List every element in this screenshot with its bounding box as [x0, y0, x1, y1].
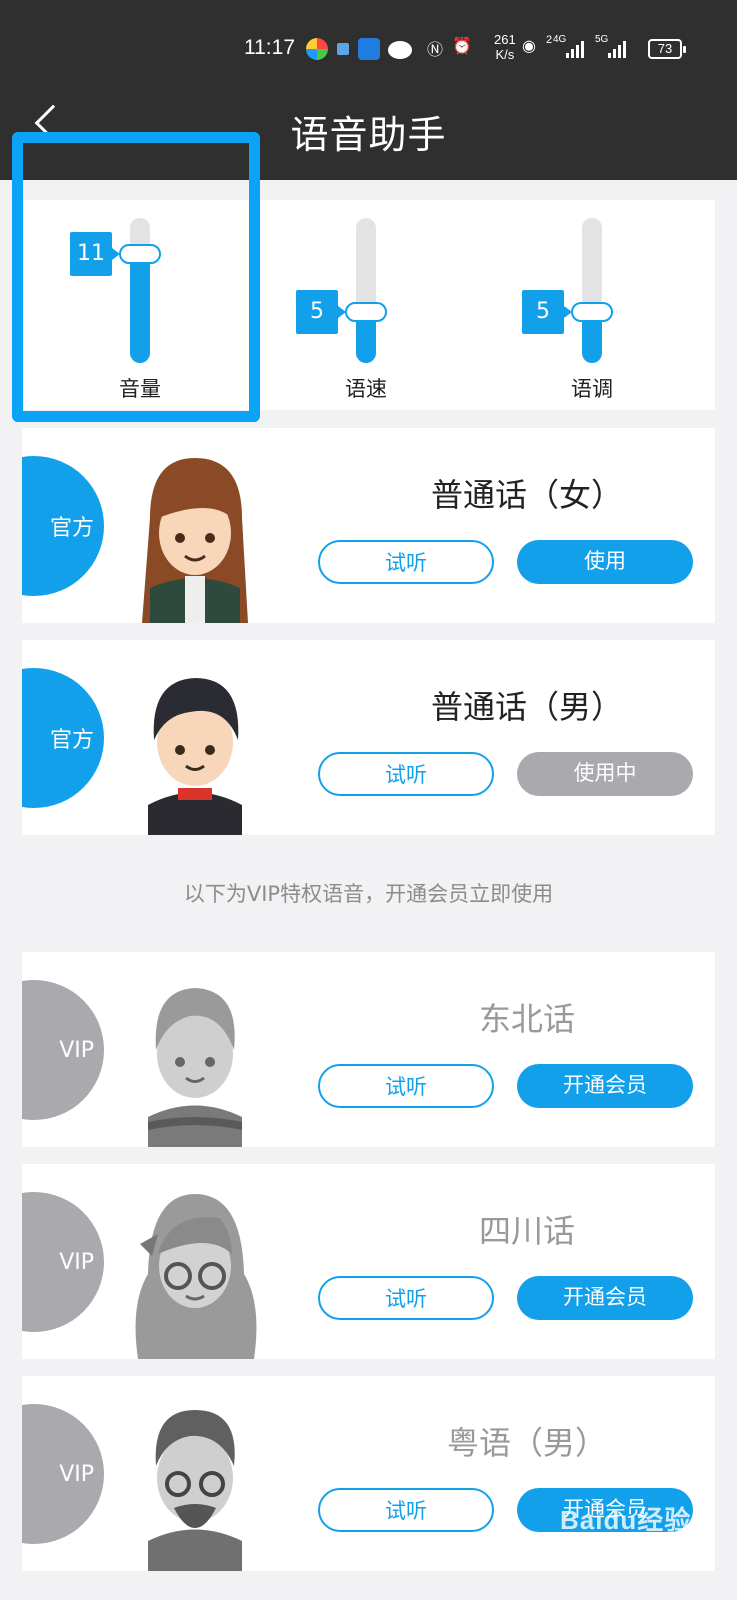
male-avatar-icon	[148, 678, 242, 835]
message-icon	[388, 41, 412, 59]
slider-label: 语调	[571, 377, 613, 401]
northeast-avatar-icon	[148, 988, 242, 1147]
preview-button[interactable]: 试听	[318, 1488, 494, 1532]
network-speed-unit: K/s	[495, 47, 515, 62]
sim1-tech-label: 4G	[553, 34, 567, 45]
voice-card: 官方 普通话（男） 试听 使用中	[22, 640, 715, 835]
official-badge: 官方	[22, 456, 104, 596]
voice-name: 粤语（男）	[446, 1424, 607, 1462]
vip-note: 以下为VIP特权语音，开通会员立即使用	[183, 882, 554, 906]
battery-icon: 73	[648, 39, 686, 59]
vip-badge: VIP	[22, 1404, 104, 1544]
signal-1-icon	[566, 38, 588, 58]
sim2-tech-label: 5G	[595, 34, 609, 45]
status-time: 11:17	[244, 36, 295, 59]
vip-badge: VIP	[22, 980, 104, 1120]
slider-value: 5	[296, 290, 346, 335]
cantonese-avatar-icon	[148, 1410, 242, 1571]
slider-thumb[interactable]	[345, 302, 387, 323]
official-badge: 官方	[22, 668, 104, 808]
preview-button[interactable]: 试听	[318, 540, 494, 584]
app-notification-icon	[306, 38, 328, 60]
preview-button[interactable]: 试听	[318, 1276, 494, 1320]
sim1-label: 2	[546, 34, 553, 46]
vip-voice-card: VIP 四川话 试听 开通会员	[22, 1164, 715, 1359]
open-vip-button[interactable]: 开通会员	[517, 1276, 693, 1320]
voice-name: 普通话（男）	[430, 688, 623, 726]
baidu-watermark: Baidu经验	[560, 1505, 692, 1535]
use-button[interactable]: 使用	[517, 540, 693, 584]
female-avatar-icon	[142, 458, 248, 623]
gallery-notification-icon	[337, 43, 349, 55]
slider-thumb[interactable]	[571, 302, 613, 323]
volume-highlight-box	[12, 132, 260, 422]
voice-name: 四川话	[478, 1212, 575, 1250]
speed-slider[interactable]: 5 语速	[248, 218, 387, 408]
slider-track[interactable]	[356, 218, 376, 363]
network-speed-value: 261	[494, 32, 516, 47]
slider-value: 5	[522, 290, 572, 335]
slider-track[interactable]	[582, 218, 602, 363]
in-use-button[interactable]: 使用中	[517, 752, 693, 796]
vip-badge: VIP	[22, 1192, 104, 1332]
signal-2-icon	[608, 38, 630, 58]
preview-button[interactable]: 试听	[318, 1064, 494, 1108]
yupao-app-icon	[358, 38, 380, 60]
hotspot-icon: ◉	[522, 38, 536, 55]
preview-button[interactable]: 试听	[318, 752, 494, 796]
alarm-icon: ⏰	[452, 38, 472, 55]
sichuan-avatar-icon	[135, 1194, 257, 1359]
status-bar: 11:17 Ⓝ ⏰ 261 K/s ◉ 2 4G 5G 73	[0, 32, 737, 72]
vip-voice-card: VIP 粤语（男） 试听 开通会员	[22, 1376, 715, 1571]
voice-name: 东北话	[478, 1000, 575, 1038]
open-vip-button[interactable]: 开通会员	[517, 1064, 693, 1108]
voice-name: 普通话（女）	[430, 476, 623, 514]
vip-voice-card: VIP 东北话 试听 开通会员	[22, 952, 715, 1147]
voice-card: 官方 普通话（女） 试听 使用	[22, 428, 715, 623]
nfc-icon: Ⓝ	[427, 42, 444, 59]
pitch-slider[interactable]: 5 语调	[474, 218, 613, 408]
slider-label: 语速	[345, 377, 387, 401]
network-speed: 261 K/s	[494, 32, 516, 62]
